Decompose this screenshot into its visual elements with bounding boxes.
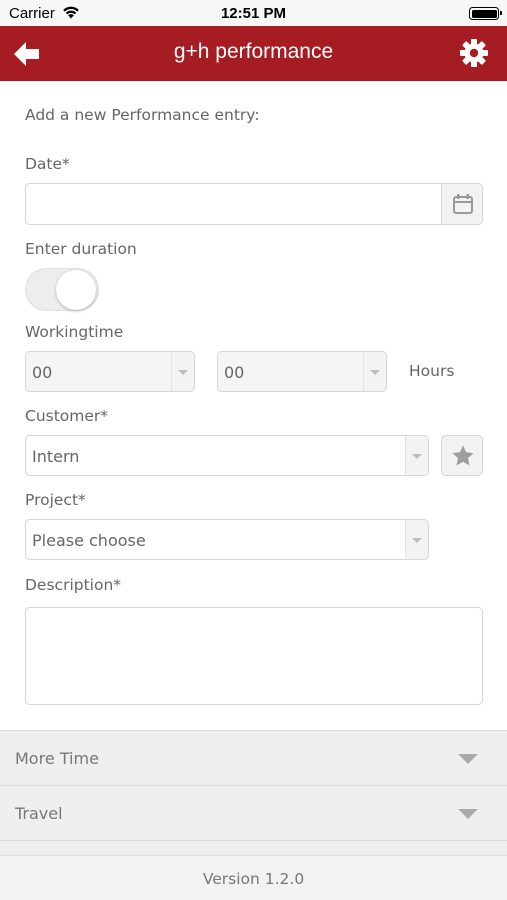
calendar-icon <box>453 194 473 214</box>
hours-select[interactable]: 00 <box>25 351 195 392</box>
date-input[interactable] <box>25 183 483 225</box>
description-textarea[interactable] <box>25 607 483 705</box>
customer-value: Intern <box>32 447 80 466</box>
gear-icon[interactable] <box>459 38 489 68</box>
version-label: Version 1.2.0 <box>202 870 305 888</box>
chevron-down-icon <box>458 809 478 819</box>
star-icon <box>452 445 474 466</box>
minutes-select[interactable]: 00 <box>217 351 387 392</box>
duration-label: Enter duration <box>25 240 137 258</box>
workingtime-label: Workingtime <box>25 323 124 341</box>
battery-icon <box>469 7 502 20</box>
accordion-more-time[interactable]: More Time <box>0 730 507 785</box>
status-bar: Carrier 12:51 PM <box>0 0 507 26</box>
chevron-down-icon <box>405 520 428 559</box>
calendar-button[interactable] <box>441 184 482 224</box>
chevron-down-icon <box>405 436 428 475</box>
footer: Version 1.2.0 <box>0 855 507 900</box>
project-select[interactable]: Please choose <box>25 519 429 560</box>
clock: 12:51 PM <box>220 5 287 22</box>
hours-value: 00 <box>32 363 53 382</box>
description-label: Description* <box>25 576 122 594</box>
form-intro: Add a new Performance entry: <box>25 106 260 124</box>
duration-toggle[interactable] <box>25 268 99 311</box>
project-label: Project* <box>25 491 86 509</box>
page-title: g+h performance <box>173 40 334 63</box>
customer-select[interactable]: Intern <box>25 435 429 476</box>
chevron-down-icon <box>171 352 194 391</box>
accordion-label: More Time <box>15 749 99 768</box>
hours-unit-label: Hours <box>409 362 455 380</box>
accordion-divider <box>0 840 507 855</box>
favorite-customer-button[interactable] <box>441 435 483 476</box>
customer-label: Customer* <box>25 407 109 425</box>
accordion-travel[interactable]: Travel <box>0 785 507 840</box>
accordion-label: Travel <box>15 804 63 823</box>
date-label: Date* <box>25 155 70 173</box>
toggle-knob <box>56 270 96 310</box>
chevron-down-icon <box>458 754 478 764</box>
app-header: g+h performance <box>0 26 507 81</box>
project-value: Please choose <box>32 531 146 550</box>
minutes-value: 00 <box>224 363 245 382</box>
chevron-down-icon <box>363 352 386 391</box>
